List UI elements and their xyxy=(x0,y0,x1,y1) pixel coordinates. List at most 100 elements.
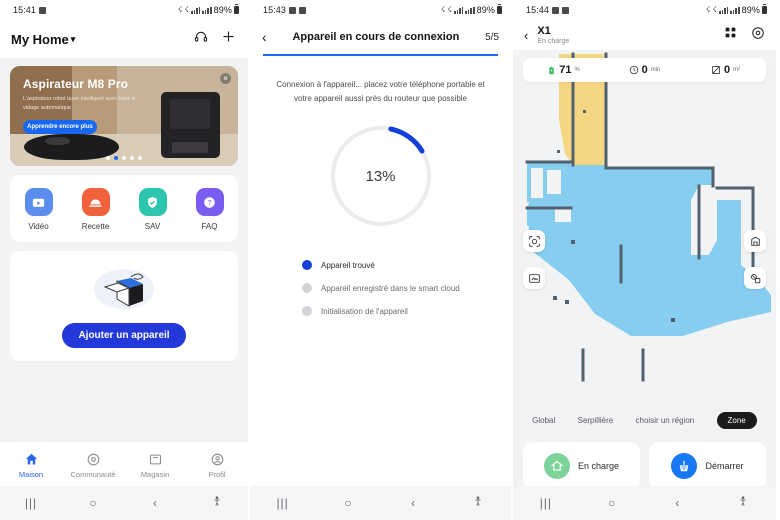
quick-actions-card: Vidéo Recette SAV ? FAQ xyxy=(10,175,238,242)
tab-profil[interactable]: Profil xyxy=(186,452,248,479)
promo-banner[interactable]: Aspirateur M8 Pro L'aspirateur robot las… xyxy=(10,66,238,166)
close-icon[interactable]: × xyxy=(220,73,231,84)
back-button[interactable]: ‹ xyxy=(381,496,446,510)
stat-time: 0 min xyxy=(604,64,685,76)
map-save-icon[interactable] xyxy=(744,230,766,252)
open-box-icon xyxy=(87,265,161,313)
signal-icon xyxy=(190,6,201,14)
carousel-dot[interactable] xyxy=(138,156,142,160)
recents-button[interactable]: ||| xyxy=(0,496,62,510)
page-title: Appareil en cours de connexion xyxy=(292,31,460,43)
device-state: En charge xyxy=(537,38,570,46)
bottom-tab-bar: Maison Communauté Magasin Profil xyxy=(0,442,248,486)
no-go-zone-icon[interactable] xyxy=(744,267,766,289)
tab-label: Profil xyxy=(208,469,226,479)
settings-icon[interactable] xyxy=(751,26,765,45)
signal-icon xyxy=(718,6,729,14)
status-time: 15:44 xyxy=(526,5,550,15)
back-icon[interactable]: ‹ xyxy=(524,28,528,43)
mode-choisir-region[interactable]: choisir un région xyxy=(636,416,695,425)
status-bar-3: 15:44 ☇ ☇ 89% xyxy=(513,0,776,20)
tab-maison[interactable]: Maison xyxy=(0,452,62,479)
carousel-dot[interactable] xyxy=(130,156,134,160)
quick-action-faq[interactable]: ? FAQ xyxy=(181,188,238,231)
status-time: 15:43 xyxy=(263,5,287,15)
carousel-dot[interactable] xyxy=(114,156,118,160)
dock-action-button[interactable]: En charge xyxy=(523,442,640,490)
connection-description: Connexion à l'appareil... placez votre t… xyxy=(276,80,485,103)
add-device-card: Ajouter un appareil xyxy=(10,251,238,361)
mode-global[interactable]: Global xyxy=(532,416,555,425)
mode-serpilliere[interactable]: Serpillière xyxy=(578,416,614,425)
home-header: My Home ▾ xyxy=(0,20,248,58)
accessibility-icon[interactable] xyxy=(446,495,511,511)
map-canvas xyxy=(513,50,776,390)
quick-action-video[interactable]: Vidéo xyxy=(10,188,67,231)
battery-icon xyxy=(549,66,554,74)
dock-home-icon xyxy=(543,453,570,479)
device-name: X1 xyxy=(537,24,551,37)
plus-icon[interactable] xyxy=(221,29,236,49)
volte-icon: ☇ xyxy=(712,5,717,14)
locate-robot-icon[interactable] xyxy=(523,230,545,252)
volte-icon: ☇ xyxy=(447,5,452,14)
carousel-dot[interactable] xyxy=(122,156,126,160)
quick-action-label: Recette xyxy=(81,222,110,231)
battery-icon xyxy=(497,4,502,14)
area-icon xyxy=(711,66,720,74)
recents-button[interactable]: ||| xyxy=(513,496,579,510)
action-buttons: En charge Démarrer xyxy=(523,442,766,490)
tab-label: Magasin xyxy=(140,469,170,479)
map-edit-icon[interactable] xyxy=(523,267,545,289)
status-bar-1: 15:41 ☇ ☇ 89% xyxy=(0,0,248,20)
recents-button[interactable]: ||| xyxy=(250,496,315,510)
accessibility-icon[interactable] xyxy=(710,495,776,511)
quick-action-label: SAV xyxy=(144,222,161,231)
headset-icon[interactable] xyxy=(194,30,208,49)
support-shield-icon xyxy=(138,188,167,216)
phone-screen-robot-map: 15:44 ☇ ☇ 89% ‹ X1 En charge 71 % 0 min … xyxy=(513,0,776,520)
tab-magasin[interactable]: Magasin xyxy=(124,452,186,479)
step-label: Initialisation de l'appareil xyxy=(321,306,408,316)
status-app-icon xyxy=(299,6,307,14)
stat-value: 71 xyxy=(559,64,572,76)
svg-text:?: ? xyxy=(208,200,212,207)
wifi-calling-icon: ☇ xyxy=(705,5,711,14)
carousel-dot[interactable] xyxy=(106,156,110,160)
progress-ring: 13% xyxy=(327,122,435,230)
status-time: 15:41 xyxy=(13,5,37,15)
add-device-button[interactable]: Ajouter un appareil xyxy=(62,323,186,348)
quick-action-sav[interactable]: SAV xyxy=(124,188,181,231)
battery-icon xyxy=(762,4,767,14)
grid-icon[interactable] xyxy=(724,26,737,44)
status-battery-pct: 89% xyxy=(741,5,760,15)
stat-value: 0 xyxy=(641,64,648,76)
back-button[interactable]: ‹ xyxy=(124,496,186,510)
signal2-icon xyxy=(202,6,212,14)
home-selector[interactable]: My Home ▾ xyxy=(11,32,75,47)
wifi-calling-icon: ☇ xyxy=(177,5,183,14)
connection-step: Appareil trouvé xyxy=(302,260,511,270)
start-action-button[interactable]: Démarrer xyxy=(649,442,766,490)
android-navbar-1: ||| ○ ‹ xyxy=(0,486,248,520)
banner-cta-button[interactable]: Apprendre encore plus xyxy=(23,120,97,135)
home-button[interactable]: ○ xyxy=(315,496,380,510)
volte-icon: ☇ xyxy=(184,5,189,14)
stat-value: 0 xyxy=(723,64,731,76)
connection-step: Appareil enregistré dans le smart cloud xyxy=(302,283,511,293)
quick-action-recette[interactable]: Recette xyxy=(67,188,124,231)
video-icon xyxy=(24,188,53,216)
back-button[interactable]: ‹ xyxy=(645,496,711,510)
connection-steps: Appareil trouvé Appareil enregistré dans… xyxy=(302,260,511,316)
accessibility-icon[interactable] xyxy=(186,495,248,511)
tab-communaute[interactable]: Communauté xyxy=(62,452,124,479)
home-button[interactable]: ○ xyxy=(579,496,645,510)
status-gallery-icon xyxy=(289,6,297,14)
stat-battery: 71 % xyxy=(523,64,604,76)
stat-unit: min xyxy=(650,67,661,73)
back-icon[interactable]: ‹ xyxy=(262,29,267,45)
home-button[interactable]: ○ xyxy=(62,496,124,510)
robot-map[interactable] xyxy=(513,50,776,390)
mode-zone[interactable]: Zone xyxy=(716,412,757,429)
android-navbar-3: ||| ○ ‹ xyxy=(513,486,776,520)
